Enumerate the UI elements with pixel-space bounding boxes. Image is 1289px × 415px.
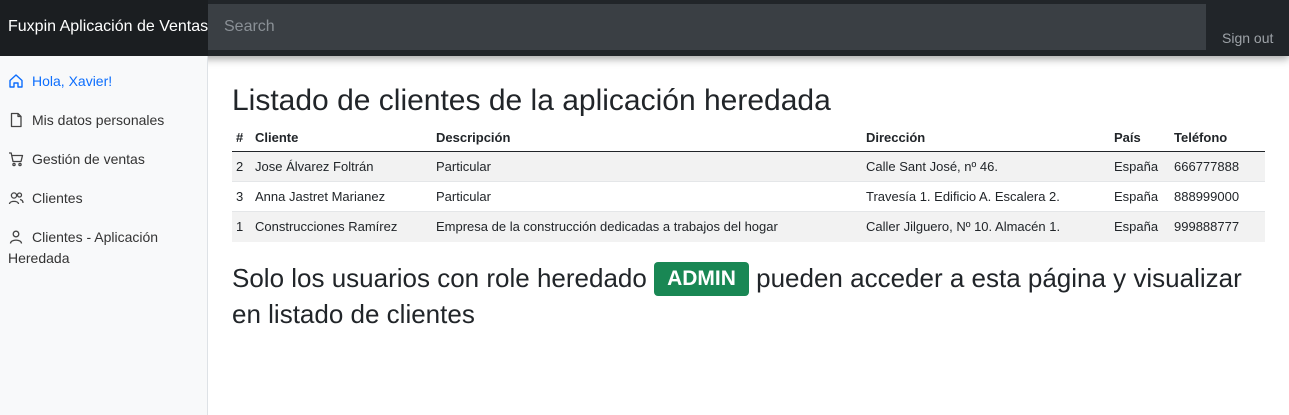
sidebar-item-hola[interactable]: Hola, Xavier! [0, 62, 207, 101]
top-navbar: Fuxpin Aplicación de Ventas Sign out [0, 0, 1289, 56]
sidebar-item-label: Clientes - Aplicación Heredada [8, 229, 159, 266]
cell-direccion: Travesía 1. Edificio A. Escalera 2. [862, 181, 1110, 212]
sidebar-item-mis-datos[interactable]: Mis datos personales [0, 101, 207, 140]
cell-descripcion: Particular [432, 151, 862, 182]
cell-cliente: Construcciones Ramírez [251, 211, 432, 242]
col-header-direccion: Dirección [862, 125, 1110, 152]
cell-descripcion: Empresa de la construcción dedicadas a t… [432, 211, 862, 242]
cell-cliente: Jose Álvarez Foltrán [251, 151, 432, 182]
clients-table: # Cliente Descripción Dirección País Tel… [232, 125, 1265, 242]
table-row: 1 Construcciones Ramírez Empresa de la c… [232, 211, 1265, 242]
sidebar-item-label: Clientes [32, 190, 83, 206]
cell-direccion: Calle Sant José, nº 46. [862, 151, 1110, 182]
cell-descripcion: Particular [432, 181, 862, 212]
table-row: 3 Anna Jastret Marianez Particular Trave… [232, 181, 1265, 212]
app-brand[interactable]: Fuxpin Aplicación de Ventas [0, 0, 208, 56]
page-title: Listado de clientes de la aplicación her… [232, 84, 831, 117]
access-notice: Solo los usuarios con role heredado ADMI… [232, 260, 1265, 332]
sign-out-link[interactable]: Sign out [1222, 30, 1273, 46]
table-header-row: # Cliente Descripción Dirección País Tel… [232, 125, 1265, 152]
search-input[interactable] [208, 4, 1206, 50]
col-header-telefono: Teléfono [1170, 125, 1265, 152]
cell-direccion: Caller Jilguero, Nº 10. Almacén 1. [862, 211, 1110, 242]
cell-telefono: 999888777 [1170, 211, 1265, 242]
table-row: 2 Jose Álvarez Foltrán Particular Calle … [232, 151, 1265, 182]
users-icon [8, 190, 24, 206]
sidebar-item-clientes[interactable]: Clientes [0, 179, 207, 218]
cell-cliente: Anna Jastret Marianez [251, 181, 432, 212]
col-header-descripcion: Descripción [432, 125, 862, 152]
role-badge: ADMIN [654, 261, 749, 296]
home-icon [8, 73, 24, 89]
file-icon [8, 112, 24, 128]
sidebar: Hola, Xavier! Mis datos personales Gesti… [0, 56, 208, 415]
col-header-number: # [232, 125, 251, 152]
cell-pais: España [1110, 151, 1170, 182]
cell-pais: España [1110, 211, 1170, 242]
cell-pais: España [1110, 181, 1170, 212]
notice-text-before: Solo los usuarios con role heredado [232, 262, 647, 293]
cell-telefono: 888999000 [1170, 181, 1265, 212]
main-content: Listado de clientes de la aplicación her… [232, 56, 1265, 332]
sidebar-item-label: Gestión de ventas [32, 151, 145, 167]
user-icon [8, 229, 24, 245]
cell-number: 1 [232, 211, 251, 242]
cart-icon [8, 151, 24, 167]
cell-number: 2 [232, 151, 251, 182]
sidebar-item-label: Hola, Xavier! [32, 73, 113, 89]
col-header-pais: País [1110, 125, 1170, 152]
sidebar-item-gestion-ventas[interactable]: Gestión de ventas [0, 140, 207, 179]
cell-telefono: 666777888 [1170, 151, 1265, 182]
cell-number: 3 [232, 181, 251, 212]
col-header-cliente: Cliente [251, 125, 432, 152]
sidebar-item-clientes-heredada[interactable]: Clientes - Aplicación Heredada [0, 218, 207, 278]
sidebar-item-label: Mis datos personales [32, 112, 165, 128]
